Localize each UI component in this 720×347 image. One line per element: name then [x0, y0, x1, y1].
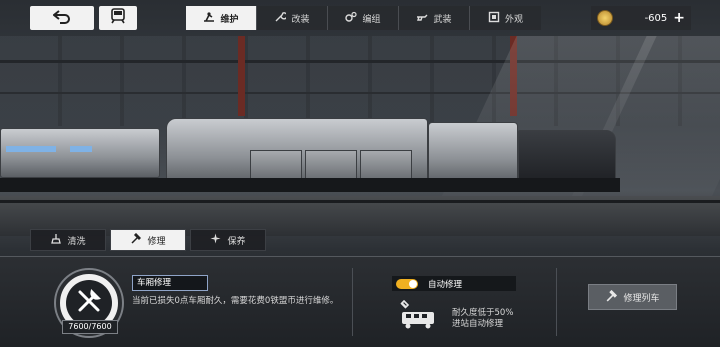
tab-label: 编组 [362, 14, 381, 25]
sparkle-icon [210, 233, 221, 247]
tab-formation[interactable]: 编组 [328, 6, 399, 30]
section-title: 车厢修理 [132, 275, 208, 291]
subtab-label: 清洗 [67, 236, 86, 247]
subtab-label: 修理 [147, 236, 166, 247]
auto-repair-row: 自动修理 [392, 276, 516, 291]
main-tabs: 维护 改装 编组 武装 外观 [186, 6, 541, 30]
tab-label: 维护 [220, 14, 239, 25]
hammer-icon [605, 289, 618, 305]
repair-description: 当前已损失0点车厢耐久，需要花费0铁盟币进行维修。 [132, 296, 339, 306]
top-bar: 维护 改装 编组 武装 外观 -605 + [0, 6, 720, 30]
sub-tabs: 清洗 修理 保养 [30, 229, 266, 251]
car-window [70, 146, 92, 152]
tab-label: 改装 [291, 14, 310, 25]
support-pole [238, 36, 245, 116]
tab-maintenance[interactable]: 维护 [186, 6, 257, 30]
divider [556, 268, 557, 336]
back-arrow-icon [52, 9, 71, 28]
add-currency-button[interactable]: + [673, 11, 685, 25]
divider [352, 268, 353, 336]
currency-display: -605 + [591, 6, 691, 30]
tools-icon [75, 287, 103, 319]
subtab-upkeep[interactable]: 保养 [190, 229, 266, 251]
train-car-rear [0, 128, 160, 178]
coin-icon [597, 10, 613, 26]
train-icon [111, 8, 125, 28]
tab-armament[interactable]: 武装 [399, 6, 470, 30]
train-underframe [0, 178, 620, 192]
train-locomotive [518, 130, 616, 184]
subtab-repair[interactable]: 修理 [110, 229, 186, 251]
gears-icon [345, 11, 358, 26]
tab-modify[interactable]: 改装 [257, 6, 328, 30]
wrench-icon [274, 11, 289, 26]
train-repair-icon [398, 299, 438, 330]
subtab-clean[interactable]: 清洗 [30, 229, 106, 251]
durability-value: 7600/7600 [62, 320, 118, 334]
repair-train-label: 修理列车 [623, 293, 660, 304]
appearance-icon [488, 11, 500, 26]
brush-icon [50, 233, 62, 247]
weapon-icon [416, 11, 428, 26]
auto-repair-desc-line: 耐久度低于50% [452, 308, 514, 318]
auto-repair-desc-line: 进站自动修理 [452, 319, 504, 329]
tab-appearance[interactable]: 外观 [470, 6, 541, 30]
train-car-mid [428, 122, 518, 184]
tab-label: 武装 [433, 14, 452, 25]
currency-amount: -605 [644, 12, 668, 24]
car-window [6, 146, 56, 152]
back-button[interactable] [30, 6, 94, 30]
auto-repair-toggle[interactable] [396, 278, 418, 289]
tab-label: 外观 [504, 14, 523, 25]
auto-repair-description: 耐久度低于50% 进站自动修理 [452, 308, 513, 330]
train-view-button[interactable] [99, 6, 137, 30]
hangar-scene: 维护 改装 编组 武装 外观 -605 + 清洗 修理 保养 7600/7600… [0, 0, 720, 347]
subtab-label: 保养 [227, 236, 246, 247]
auto-repair-label: 自动修理 [428, 279, 463, 290]
maintenance-icon [203, 11, 215, 26]
rail-track [0, 200, 720, 203]
repair-train-button[interactable]: 修理列车 [588, 284, 677, 310]
hammer-icon [130, 232, 142, 247]
